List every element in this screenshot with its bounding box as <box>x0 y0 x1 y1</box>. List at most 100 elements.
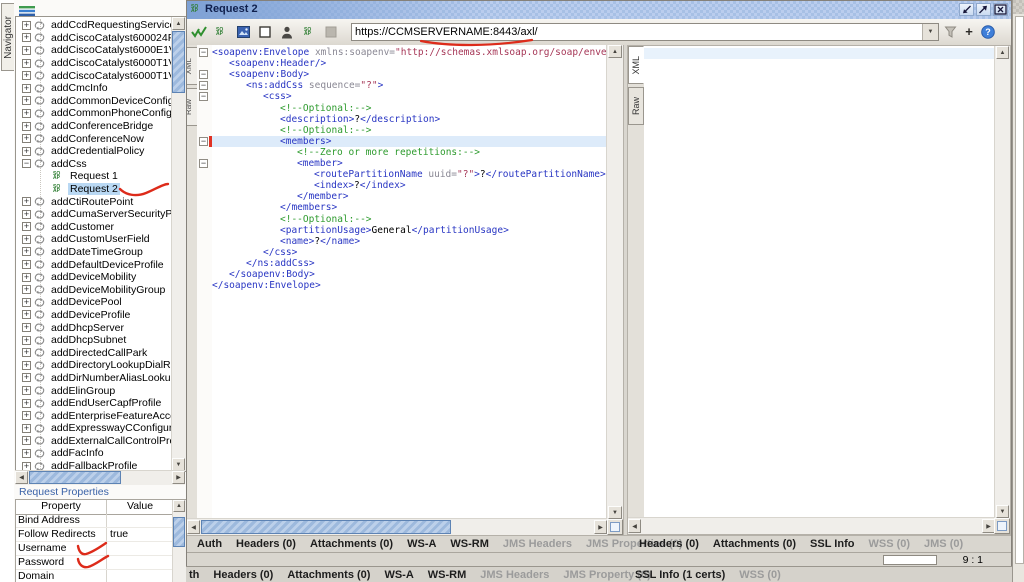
tree-item-addconferencenow[interactable]: +addConferenceNow <box>16 132 172 145</box>
xml-line[interactable]: <description>?</description> <box>212 114 607 125</box>
tree-item-addcustomuserfield[interactable]: +addCustomUserField <box>16 233 172 246</box>
soap-action-button-1[interactable]: SOAP <box>211 23 231 41</box>
xml-line[interactable]: <soapenv:Envelope xmlns:soapenv="http://… <box>212 47 607 58</box>
scroll-up-button[interactable]: ▲ <box>608 45 622 58</box>
fold-toggle-icon[interactable]: − <box>199 92 208 101</box>
fold-toggle-icon[interactable]: − <box>199 137 208 146</box>
background-tab-headers-0[interactable]: Headers (0) <box>213 569 273 581</box>
property-value[interactable] <box>107 556 173 569</box>
tree-item-addexternalcallcontrolprofile[interactable]: +addExternalCallControlProfile <box>16 435 172 448</box>
expand-icon[interactable]: + <box>22 310 31 319</box>
xml-line[interactable]: <partitionUsage>General</partitionUsage> <box>212 225 607 236</box>
xml-line[interactable]: <routePartitionName uuid="?">?</routePar… <box>212 169 607 180</box>
scrollbar-thumb[interactable] <box>173 517 185 547</box>
tree-item-addcredentialpolicy[interactable]: +addCredentialPolicy <box>16 145 172 158</box>
tree-item-addcmcinfo[interactable]: +addCmcInfo <box>16 82 172 95</box>
scroll-down-button[interactable]: ▼ <box>608 506 622 519</box>
tree-item-adddefaultdeviceprofile[interactable]: +addDefaultDeviceProfile <box>16 258 172 271</box>
fold-toggle-icon[interactable]: − <box>199 48 208 57</box>
expand-icon[interactable]: + <box>22 84 31 93</box>
wsdl-image-button[interactable] <box>233 23 253 41</box>
expand-icon[interactable]: + <box>22 260 31 269</box>
scroll-up-button[interactable]: ▲ <box>996 46 1009 59</box>
expand-icon[interactable]: + <box>22 210 31 219</box>
xml-line[interactable]: </soapenv:Body> <box>212 269 607 280</box>
expand-icon[interactable]: + <box>22 336 31 345</box>
tree-item-addcumaserversecurityprofil[interactable]: +addCumaServerSecurityProfil <box>16 208 172 221</box>
scroll-right-button[interactable]: ▶ <box>594 520 607 534</box>
expand-icon[interactable]: + <box>22 424 31 433</box>
tree-item-addctiroutepoint[interactable]: +addCtiRoutePoint <box>16 195 172 208</box>
request-editor-vertical-scrollbar[interactable]: ▲ ▼ <box>606 45 623 519</box>
expand-icon[interactable]: + <box>22 247 31 256</box>
tree-item-adddevicepool[interactable]: +addDevicePool <box>16 296 172 309</box>
xml-line[interactable]: </members> <box>212 202 607 213</box>
editor-corner-button[interactable] <box>607 519 623 535</box>
request-tab-headers-0[interactable]: Headers (0) <box>236 538 296 550</box>
request-tab-ws-a[interactable]: WS-A <box>407 538 436 550</box>
xml-line[interactable]: <!--Optional:--> <box>212 214 607 225</box>
submit-request-button[interactable] <box>189 23 209 41</box>
xml-line[interactable]: <css> <box>212 91 607 102</box>
response-side-tab-xml[interactable]: XML <box>628 46 644 84</box>
expand-icon[interactable]: + <box>22 134 31 143</box>
soap-action-button-2[interactable]: SOAP <box>299 23 319 41</box>
scrollbar-thumb[interactable] <box>201 520 451 534</box>
endpoint-url-input[interactable] <box>352 25 922 39</box>
tree-item-adddevicemobility[interactable]: +addDeviceMobility <box>16 271 172 284</box>
request-tab-jms-headers[interactable]: JMS Headers <box>503 538 572 550</box>
scroll-left-button[interactable]: ◀ <box>15 471 28 484</box>
xml-line[interactable]: <member> <box>212 158 607 169</box>
scrollbar-thumb[interactable] <box>29 471 121 484</box>
fold-toggle-icon[interactable]: − <box>199 81 208 90</box>
xml-line[interactable]: <soapenv:Body> <box>212 69 607 80</box>
expand-icon[interactable]: + <box>22 298 31 307</box>
xml-line[interactable]: <ns:addCss sequence="?"> <box>212 80 607 91</box>
tree-item-adddirectorylookupdialrule[interactable]: +addDirectoryLookupDialRule <box>16 359 172 372</box>
property-value[interactable]: true <box>107 528 173 541</box>
xml-line[interactable]: </ns:addCss> <box>212 258 607 269</box>
expand-icon[interactable]: + <box>22 373 31 382</box>
background-tab-jms-headers[interactable]: JMS Headers <box>480 569 549 581</box>
xml-line[interactable]: <name>?</name> <box>212 236 607 247</box>
expand-icon[interactable]: + <box>22 411 31 420</box>
editor-corner-button[interactable] <box>994 518 1010 534</box>
float-window-button[interactable] <box>959 3 974 16</box>
property-value[interactable] <box>107 542 173 555</box>
expand-icon[interactable]: + <box>22 323 31 332</box>
expand-icon[interactable]: + <box>22 122 31 131</box>
fold-toggle-icon[interactable]: − <box>199 159 208 168</box>
auth-user-button[interactable] <box>277 23 297 41</box>
background-tab-ssl-info-1-certs[interactable]: SSL Info (1 certs) <box>635 569 725 581</box>
help-button[interactable]: ? <box>980 24 996 40</box>
maximize-window-button[interactable] <box>976 3 991 16</box>
navigator-menu-icon[interactable] <box>19 4 37 15</box>
background-tab-ws-rm[interactable]: WS-RM <box>428 569 467 581</box>
edit-endpoint-button[interactable] <box>942 24 958 40</box>
background-tab-wss-0[interactable]: WSS (0) <box>739 569 781 581</box>
tree-item-adddhcpsubnet[interactable]: +addDhcpSubnet <box>16 334 172 347</box>
response-tab-jms-0[interactable]: JMS (0) <box>924 538 963 550</box>
xml-line[interactable]: </soapenv:Envelope> <box>212 280 607 291</box>
tree-item-addciscocatalyst6000t1voipg[interactable]: +addCiscoCatalyst6000T1VoIPG <box>16 69 172 82</box>
scroll-left-button[interactable]: ◀ <box>628 519 641 533</box>
response-side-tab-raw[interactable]: Raw <box>628 87 644 125</box>
background-tab-attachments-0[interactable]: Attachments (0) <box>287 569 370 581</box>
tree-item-adddirnumberaliaslookupar[interactable]: +addDirNumberAliasLookupar <box>16 372 172 385</box>
xml-line[interactable]: <!--Zero or more repetitions:--> <box>212 147 607 158</box>
tree-item-addconferencebridge[interactable]: +addConferenceBridge <box>16 120 172 133</box>
fold-toggle-icon[interactable]: − <box>199 70 208 79</box>
tree-item-addcustomer[interactable]: +addCustomer <box>16 221 172 234</box>
tree-item-addcommondeviceconfig[interactable]: +addCommonDeviceConfig <box>16 95 172 108</box>
close-window-button[interactable] <box>993 3 1008 16</box>
expand-icon[interactable]: + <box>22 33 31 42</box>
tree-vertical-scrollbar[interactable]: ▲ ▼ <box>171 17 186 471</box>
expand-icon[interactable]: + <box>22 96 31 105</box>
request-tab-auth[interactable]: Auth <box>197 538 222 550</box>
xml-line[interactable]: <!--Optional:--> <box>212 125 607 136</box>
disabled-stop-button[interactable] <box>321 23 341 41</box>
expand-icon[interactable]: + <box>22 386 31 395</box>
endpoint-dropdown-button[interactable]: ▼ <box>922 24 938 40</box>
tree-item-addciscocatalyst6000t1voipg[interactable]: +addCiscoCatalyst6000T1VoIPG <box>16 57 172 70</box>
scrollbar-thumb[interactable] <box>172 31 185 93</box>
